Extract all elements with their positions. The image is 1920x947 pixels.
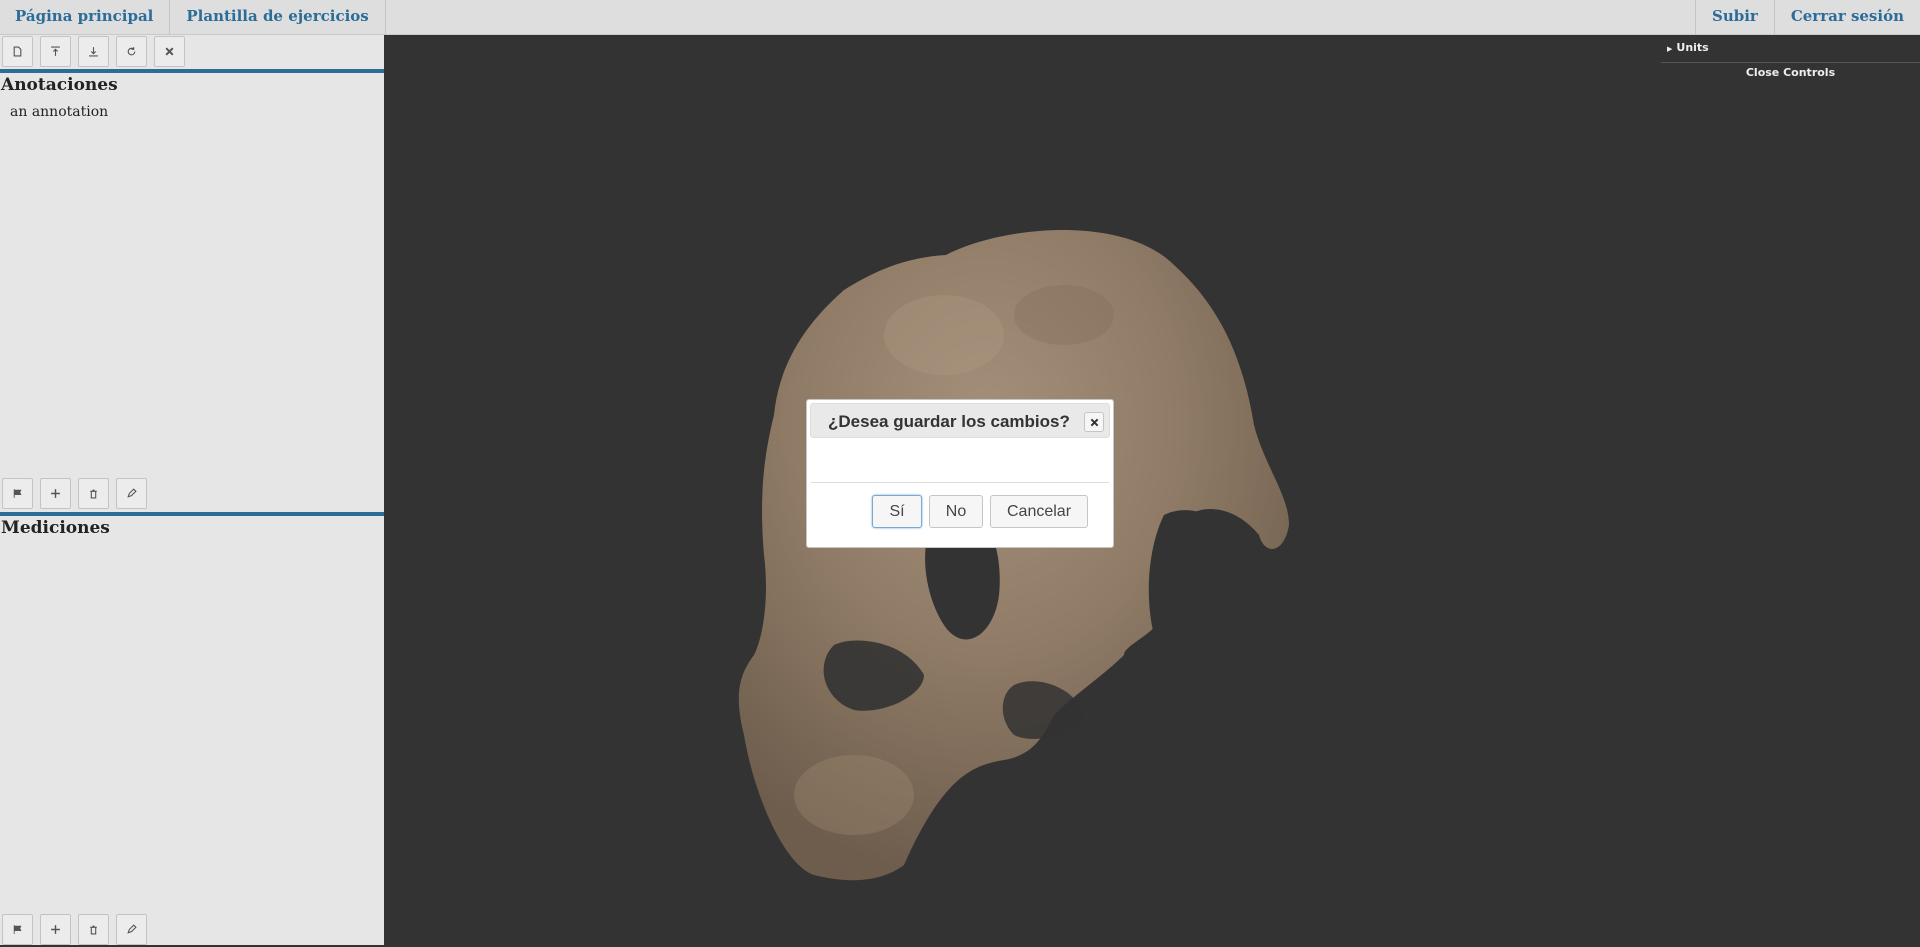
measurement-delete-button[interactable]: [78, 914, 109, 945]
annotations-divider: [0, 69, 384, 73]
triangle-right-icon: ▶: [1667, 45, 1673, 53]
skull-model[interactable]: [384, 35, 1920, 945]
dialog-cancel-button[interactable]: Cancelar: [990, 495, 1088, 528]
refresh-icon: [127, 47, 136, 56]
close-icon: [165, 47, 174, 56]
annotations-toolbar: [0, 478, 147, 511]
plus-icon: [51, 489, 60, 498]
viewer-controls: ▶ Units Close Controls: [1661, 36, 1920, 82]
pencil-icon: [127, 488, 137, 498]
3d-viewport[interactable]: [384, 35, 1920, 945]
dialog-close-button[interactable]: [1084, 412, 1104, 432]
units-label: Units: [1676, 41, 1709, 54]
annotations-title: Anotaciones: [1, 75, 118, 95]
plus-icon: [51, 925, 60, 934]
close-icon: [1090, 418, 1098, 426]
pencil-icon: [127, 924, 137, 934]
nav-home-link[interactable]: Página principal: [0, 0, 171, 35]
dialog-yes-button[interactable]: Sí: [872, 495, 922, 528]
close-controls-button[interactable]: Close Controls: [1661, 66, 1920, 79]
new-file-icon: [13, 46, 22, 57]
nav-logout-link[interactable]: Cerrar sesión: [1773, 0, 1920, 35]
refresh-button[interactable]: [116, 36, 147, 67]
flag-icon: [13, 489, 22, 498]
file-toolbar: [0, 36, 185, 69]
nav-exercise-template-link[interactable]: Plantilla de ejercicios: [170, 0, 386, 35]
new-file-button[interactable]: [2, 36, 33, 67]
download-button[interactable]: [78, 36, 109, 67]
save-changes-dialog: ¿Desea guardar los cambios? Sí No Cancel…: [806, 399, 1114, 548]
measurement-flag-button[interactable]: [2, 914, 33, 945]
flag-icon: [13, 925, 22, 934]
nav-left-group: Página principal Plantilla de ejercicios: [0, 0, 386, 35]
dialog-titlebar: ¿Desea guardar los cambios?: [810, 403, 1110, 438]
measurement-edit-button[interactable]: [116, 914, 147, 945]
upload-button[interactable]: [40, 36, 71, 67]
dialog-title: ¿Desea guardar los cambios?: [828, 412, 1070, 431]
annotation-flag-button[interactable]: [2, 478, 33, 509]
annotation-delete-button[interactable]: [78, 478, 109, 509]
download-icon: [89, 47, 98, 57]
nav-right-group: Subir Cerrar sesión: [1694, 0, 1920, 35]
upload-icon: [51, 46, 60, 56]
sidebar: Anotaciones an annotation Mediciones: [0, 35, 384, 945]
annotation-add-button[interactable]: [40, 478, 71, 509]
dialog-no-button[interactable]: No: [929, 495, 983, 528]
nav-upload-link[interactable]: Subir: [1694, 0, 1774, 35]
measurement-add-button[interactable]: [40, 914, 71, 945]
units-folder[interactable]: ▶ Units: [1661, 41, 1920, 63]
annotation-list-item[interactable]: an annotation: [10, 104, 108, 120]
trash-icon: [90, 925, 97, 935]
annotation-edit-button[interactable]: [116, 478, 147, 509]
measurements-title: Mediciones: [1, 518, 110, 538]
dialog-separator: [811, 482, 1109, 483]
trash-icon: [90, 489, 97, 499]
top-navigation: Página principal Plantilla de ejercicios…: [0, 0, 1920, 35]
close-button[interactable]: [154, 36, 185, 67]
measurements-toolbar: [0, 914, 147, 947]
measurements-divider: [0, 512, 384, 516]
